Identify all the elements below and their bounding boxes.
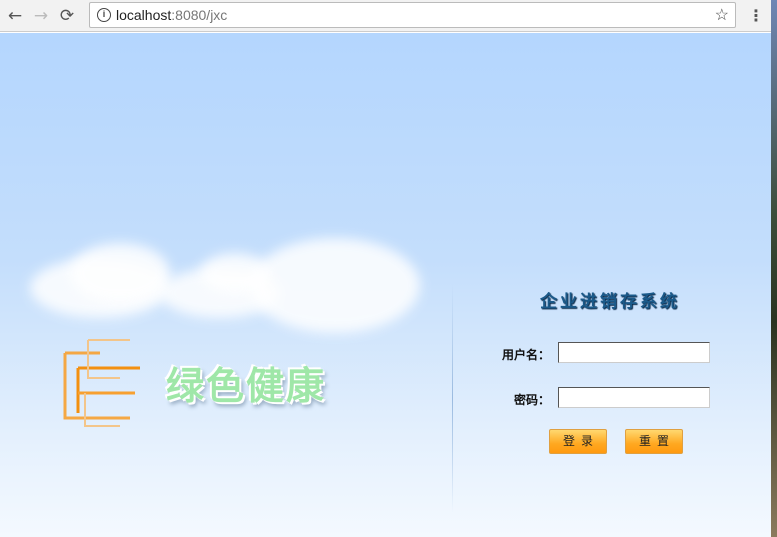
address-bar[interactable]: i localhost:8080/jxc ☆	[89, 2, 736, 28]
cloud	[70, 243, 170, 303]
back-icon[interactable]: ←	[4, 6, 26, 26]
url-host: localhost	[116, 7, 172, 23]
desktop-edge	[771, 0, 777, 537]
divider	[452, 283, 453, 513]
login-button[interactable]: 登录	[549, 429, 607, 454]
slogan: 绿色健康	[166, 364, 327, 408]
reload-icon[interactable]: ⟳	[56, 6, 78, 26]
system-title: 企业进销存系统	[540, 292, 680, 312]
info-icon[interactable]: i	[97, 8, 111, 22]
browser-toolbar: ← → ⟳ i localhost:8080/jxc ☆ ⋮	[0, 0, 772, 32]
username-label: 用户名：	[501, 348, 550, 362]
logo-icon	[63, 339, 140, 427]
forward-icon[interactable]: →	[30, 6, 52, 26]
cloud	[250, 238, 420, 333]
menu-icon[interactable]: ⋮	[748, 6, 764, 25]
cloud	[200, 253, 270, 293]
reset-button[interactable]: 重置	[625, 429, 683, 454]
password-label: 密码：	[513, 393, 550, 407]
username-input[interactable]	[558, 342, 710, 363]
bookmark-star-icon[interactable]: ☆	[715, 5, 729, 25]
login-page: 绿色健康 企业进销存系统 用户名： 密码： 登录 重置	[0, 33, 771, 537]
url-path: :8080/jxc	[171, 7, 228, 23]
password-input[interactable]	[558, 387, 710, 408]
